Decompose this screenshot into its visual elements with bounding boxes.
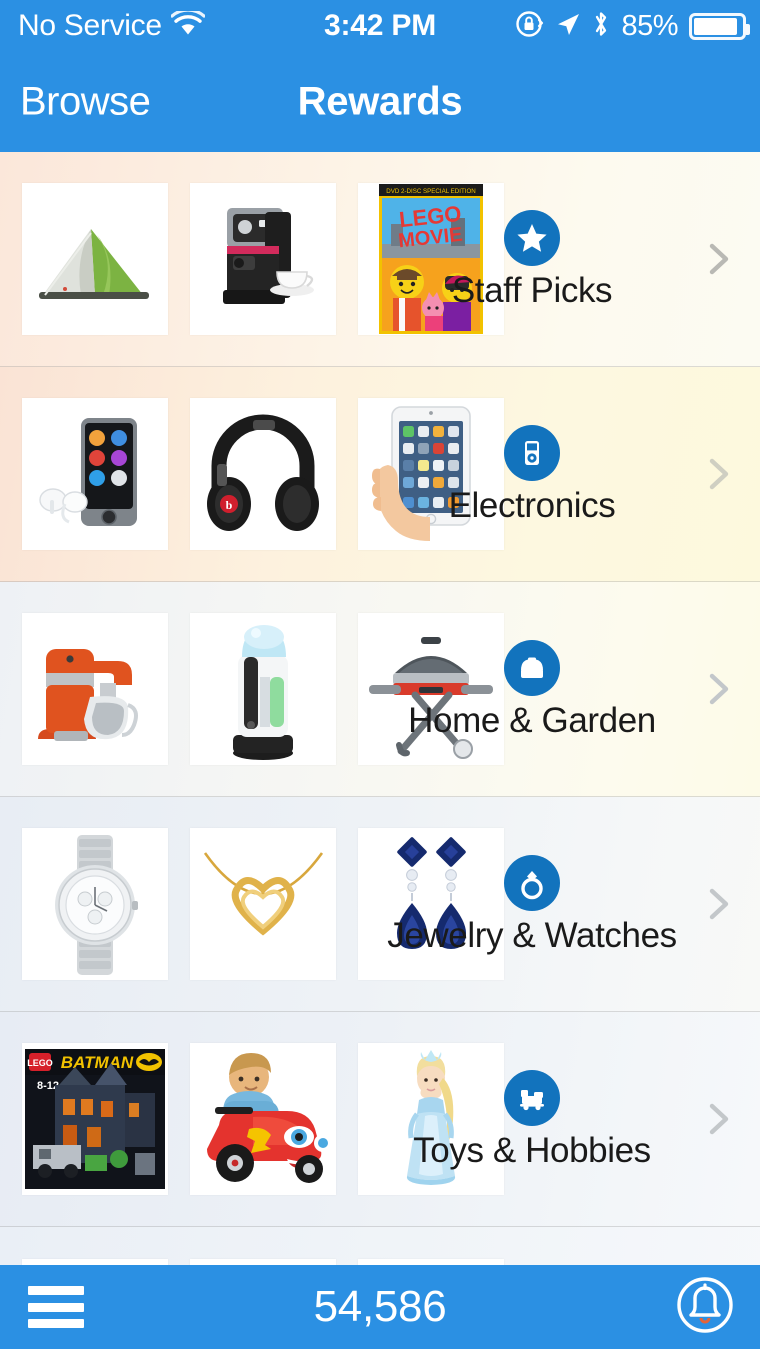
bluetooth-icon [592, 9, 610, 44]
category-info [382, 1227, 682, 1265]
svg-text:b: b [226, 498, 233, 512]
app-screen: No Service 3:42 PM 85% Browse Rewards DV… [0, 0, 760, 1349]
status-bar: No Service 3:42 PM 85% [0, 0, 760, 52]
category-label: Electronics [448, 485, 616, 525]
product-thumb-beats-headphones: b [190, 398, 336, 550]
page-title: Rewards [297, 79, 463, 124]
category-row-electronics[interactable]: b Electronics [0, 367, 760, 582]
category-info: Toys & Hobbies [382, 1012, 682, 1227]
product-thumb-green-dome-tent [22, 183, 168, 335]
chevron-right-icon[interactable] [702, 1102, 736, 1136]
category-info: Jewelry & Watches [382, 797, 682, 1012]
product-thumb-lego-batman-set: LEGO BATMAN 8-12 [22, 1043, 168, 1195]
diamond-ring-icon [504, 854, 560, 911]
category-info: Home & Garden [382, 582, 682, 797]
product-thumb-lightning-mcqueen-ride-on-car [190, 1043, 336, 1195]
category-row-jewelry-and-watches[interactable]: Jewelry & Watches [0, 797, 760, 1012]
category-row-staff-picks[interactable]: DVD 2-DISC SPECIAL EDITION LEGO MOVIE St… [0, 152, 760, 367]
category-label: Jewelry & Watches [387, 915, 677, 955]
rotation-lock-icon [514, 9, 544, 44]
chevron-right-icon[interactable] [702, 887, 736, 921]
category-label: Home & Garden [408, 700, 656, 740]
bell-alert-icon[interactable] [672, 1274, 738, 1340]
location-arrow-icon [555, 11, 581, 42]
category-row-home-and-garden[interactable]: Home & Garden [0, 582, 760, 797]
category-info: Staff Picks [382, 152, 682, 367]
product-thumb-gold-heart-necklace [190, 828, 336, 980]
product-thumb-espresso-machine [190, 183, 336, 335]
product-thumb-ipod-nano-with-earbuds [22, 398, 168, 550]
product-thumb-silver-chronograph-watch [22, 828, 168, 980]
svg-text:BATMAN: BATMAN [61, 1053, 134, 1072]
category-label: Toys & Hobbies [413, 1130, 651, 1170]
bottom-toolbar: 54,586 [0, 1265, 760, 1349]
category-list[interactable]: DVD 2-DISC SPECIAL EDITION LEGO MOVIE St… [0, 152, 760, 1265]
battery-percent-label: 85% [621, 9, 678, 42]
house-icon [504, 639, 560, 696]
category-row-partial[interactable] [0, 1227, 760, 1265]
chevron-right-icon[interactable] [702, 242, 736, 276]
chevron-right-icon[interactable] [702, 672, 736, 706]
navigation-bar: Browse Rewards [0, 52, 760, 152]
ipod-media-player-icon [504, 424, 560, 481]
points-balance-label: 54,586 [313, 1282, 447, 1331]
star-icon [504, 209, 560, 266]
svg-text:LEGO: LEGO [27, 1058, 53, 1068]
train-icon [504, 1069, 560, 1126]
category-info: Electronics [382, 367, 682, 582]
chevron-right-icon[interactable] [702, 457, 736, 491]
category-row-toys-and-hobbies[interactable]: LEGO BATMAN 8-12 Toys & Hobbies [0, 1012, 760, 1227]
battery-icon [689, 12, 750, 40]
product-thumb-orange-stand-mixer [22, 613, 168, 765]
category-label: Staff Picks [451, 270, 613, 310]
status-bar-right: 85% [514, 9, 750, 44]
product-thumb-water-dispenser [190, 613, 336, 765]
